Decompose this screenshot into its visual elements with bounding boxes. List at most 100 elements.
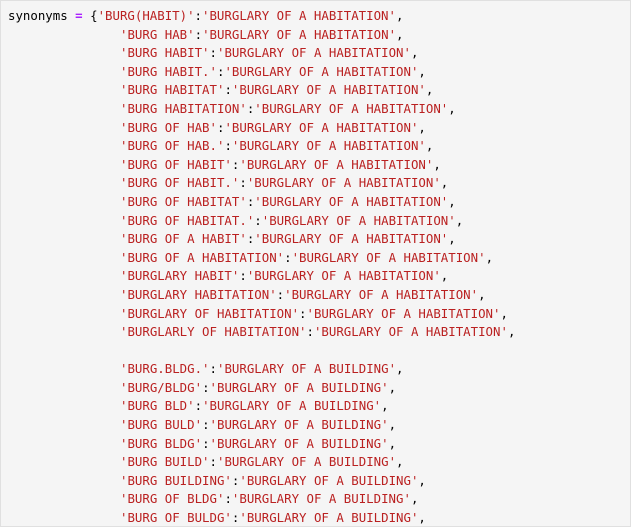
code-line: 'BURGLARY HABITATION':'BURGLARY OF A HAB… [8,286,515,305]
dict-value: 'BURGLARY OF A HABITATION' [261,212,456,228]
colon: : [194,8,203,23]
comma: , [440,268,449,284]
code-cell[interactable]: synonyms = {'BURG(HABIT)':'BURGLARY OF A… [0,0,631,527]
dict-key: 'BURG OF HAB.' [120,138,225,154]
code-line: 'BURG OF BULDG':'BURGLARY OF A BUILDING'… [8,509,515,526]
dict-key: 'BURG OF HABITAT' [120,193,247,209]
comma: , [418,63,426,79]
dict-value: 'BURGLARY OF A HABITATION' [254,193,449,209]
dict-key: 'BURG OF BLDG' [120,491,225,507]
code-line: 'BURG HAB':'BURGLARY OF A HABITATION', [8,26,515,45]
colon: : [202,417,210,433]
dict-key: 'BURG BUILDING' [120,472,232,488]
dict-value: 'BURGLARY OF A BUILDING' [202,398,382,414]
code-line: 'BURG OF A HABITATION':'BURGLARY OF A HA… [8,249,515,268]
dict-key: 'BURG OF HAB' [120,119,217,135]
dict-key: 'BURG(HABIT)' [97,8,195,23]
dict-key: 'BURG.BLDG.' [120,361,210,377]
code-line: 'BURG OF BLDG':'BURGLARY OF A BUILDING', [8,490,515,509]
comma: , [410,45,419,61]
dict-value: 'BURGLARY OF A HABITATION' [231,138,426,154]
dict-value: 'BURGLARY OF A BUILDING' [217,454,397,470]
comma: , [433,156,441,172]
variable-name: synonyms [8,8,68,23]
comma: , [425,82,434,98]
dict-value: 'BURGLARY OF A BUILDING' [231,491,411,507]
colon: : [299,305,307,321]
dict-value: 'BURGLARY OF A BUILDING' [209,379,389,395]
colon: : [306,324,314,340]
code-line: 'BURG BULD':'BURGLARY OF A BUILDING', [8,416,515,435]
dict-value: 'BURGLARY OF A BUILDING' [239,472,419,488]
comma: , [455,212,464,228]
dict-value: 'BURGLARY OF A HABITATION' [313,324,508,340]
comma: , [425,138,434,154]
dict-key: 'BURG HABIT.' [120,63,217,79]
comma: , [388,417,397,433]
colon: : [194,26,203,42]
dict-value: 'BURGLARY OF A HABITATION' [246,268,441,284]
dict-key: 'BURG OF HABIT' [120,156,232,172]
comma: , [396,26,404,42]
dict-value: 'BURGLARY OF A HABITATION' [254,100,449,116]
code-line: 'BURG OF HAB.':'BURGLARY OF A HABITATION… [8,137,515,156]
code-line: 'BURG OF HABIT.':'BURGLARY OF A HABITATI… [8,174,515,193]
code-line: 'BURGLARY HABIT':'BURGLARY OF A HABITATI… [8,267,515,286]
code-line: 'BURG HABITAT':'BURGLARY OF A HABITATION… [8,81,515,100]
comma: , [500,305,508,321]
colon: : [202,435,210,451]
code-line: 'BURGLARY OF HABITATION':'BURGLARY OF A … [8,305,515,324]
comma: , [396,454,404,470]
comma: , [396,361,404,377]
colon: : [209,361,217,377]
code-line: 'BURG OF HABITAT':'BURGLARY OF A HABITAT… [8,193,515,212]
code-line: 'BURG HABIT':'BURGLARY OF A HABITATION', [8,44,515,63]
dict-key: 'BURG OF HABITAT.' [120,212,255,228]
code-block[interactable]: synonyms = {'BURG(HABIT)':'BURGLARY OF A… [8,7,515,526]
open-brace: { [90,8,98,23]
comma: , [395,8,404,23]
dict-key: 'BURG OF HABIT.' [120,175,240,191]
dict-value: 'BURGLARY OF A HABITATION' [291,249,486,265]
dict-value: 'BURGLARY OF A HABITATION' [246,175,441,191]
comma: , [388,435,397,451]
colon: : [224,82,232,98]
comma: , [507,324,516,340]
comma: , [381,398,389,414]
dict-key: 'BURG BLDG' [120,435,203,451]
dict-key: 'BURGLARY HABIT' [120,268,240,284]
colon: : [284,249,292,265]
code-line: synonyms = {'BURG(HABIT)':'BURGLARY OF A… [8,7,515,26]
colon: : [224,491,232,507]
dict-key: 'BURGLARY OF HABITATION' [120,305,300,321]
code-line: 'BURGLARLY OF HABITATION':'BURGLARY OF A… [8,323,515,342]
dict-value: 'BURGLARY OF A HABITATION' [217,45,411,61]
dict-key: 'BURG/BLDG' [120,379,203,395]
dict-value: 'BURGLARY OF A HABITATION' [224,63,419,79]
dict-key: 'BURG HABIT' [120,45,210,61]
colon: : [202,379,210,395]
code-line: 'BURG OF HABITAT.':'BURGLARY OF A HABITA… [8,212,515,231]
colon: : [224,138,232,154]
colon: : [209,454,217,470]
code-line: 'BURG HABIT.':'BURGLARY OF A HABITATION'… [8,63,515,82]
comma: , [418,472,426,488]
code-line: 'BURG BUILDING':'BURGLARY OF A BUILDING'… [8,472,515,491]
comma: , [388,379,397,395]
dict-value: 'BURGLARY OF A HABITATION' [284,286,479,302]
comma: , [418,119,426,135]
comma: , [478,286,486,302]
dict-value: 'BURGLARY OF A BUILDING' [209,435,389,451]
code-line: 'BURG HABITATION':'BURGLARY OF A HABITAT… [8,100,515,119]
dict-key: 'BURGLARLY OF HABITATION' [120,324,307,340]
comma: , [448,193,456,209]
code-line: 'BURG BLD':'BURGLARY OF A BUILDING', [8,397,515,416]
dict-key: 'BURGLARY HABITATION' [120,286,277,302]
dict-value: 'BURGLARY OF A HABITATION' [239,156,434,172]
colon: : [194,398,203,414]
dict-value: 'BURGLARY OF A HABITATION' [306,305,501,321]
dict-value: 'BURGLARY OF A BUILDING' [209,417,389,433]
dict-value: 'BURGLARY OF A HABITATION' [202,8,396,23]
dict-key: 'BURG OF A HABIT' [120,231,247,247]
